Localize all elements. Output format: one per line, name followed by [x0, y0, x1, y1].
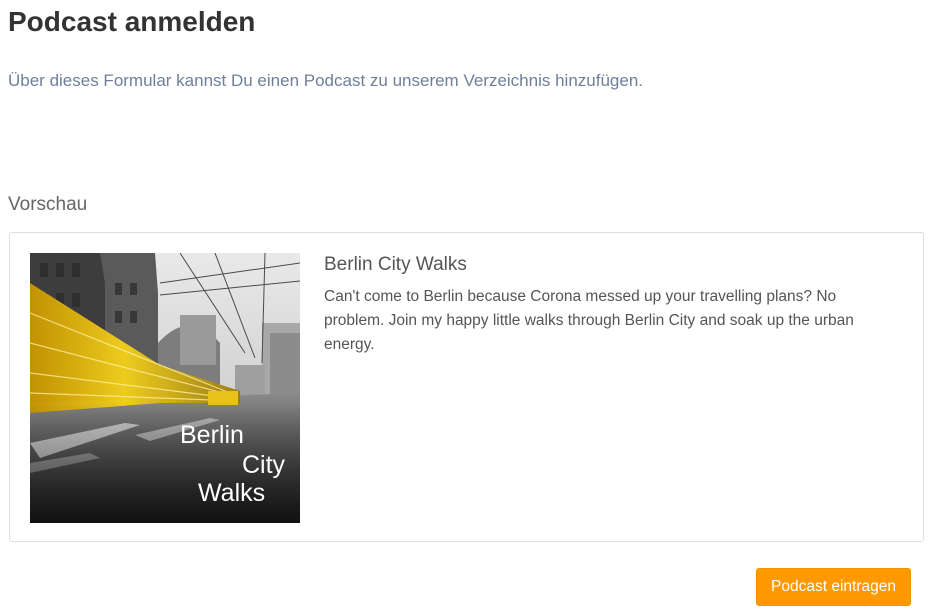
submit-podcast-button[interactable]: Podcast eintragen	[756, 568, 911, 606]
podcast-preview-card: Berlin City Walks Berlin City Walks Can'…	[9, 232, 924, 542]
cover-title-line: Berlin	[180, 421, 244, 449]
podcast-description: Can't come to Berlin because Corona mess…	[324, 288, 854, 353]
podcast-title: Berlin City Walks	[324, 254, 467, 275]
podcast-cover-image: Berlin City Walks	[30, 253, 300, 523]
preview-heading: Vorschau	[8, 194, 88, 215]
cover-title-line: Walks	[198, 479, 266, 507]
cover-title-line: City	[242, 451, 286, 479]
cover-title-text: Berlin City Walks	[30, 253, 300, 523]
page-title: Podcast anmelden	[8, 6, 256, 37]
podcast-info: Berlin City Walks Can't come to Berlin b…	[324, 253, 884, 357]
intro-text: Über dieses Formular kannst Du einen Pod…	[8, 71, 644, 90]
